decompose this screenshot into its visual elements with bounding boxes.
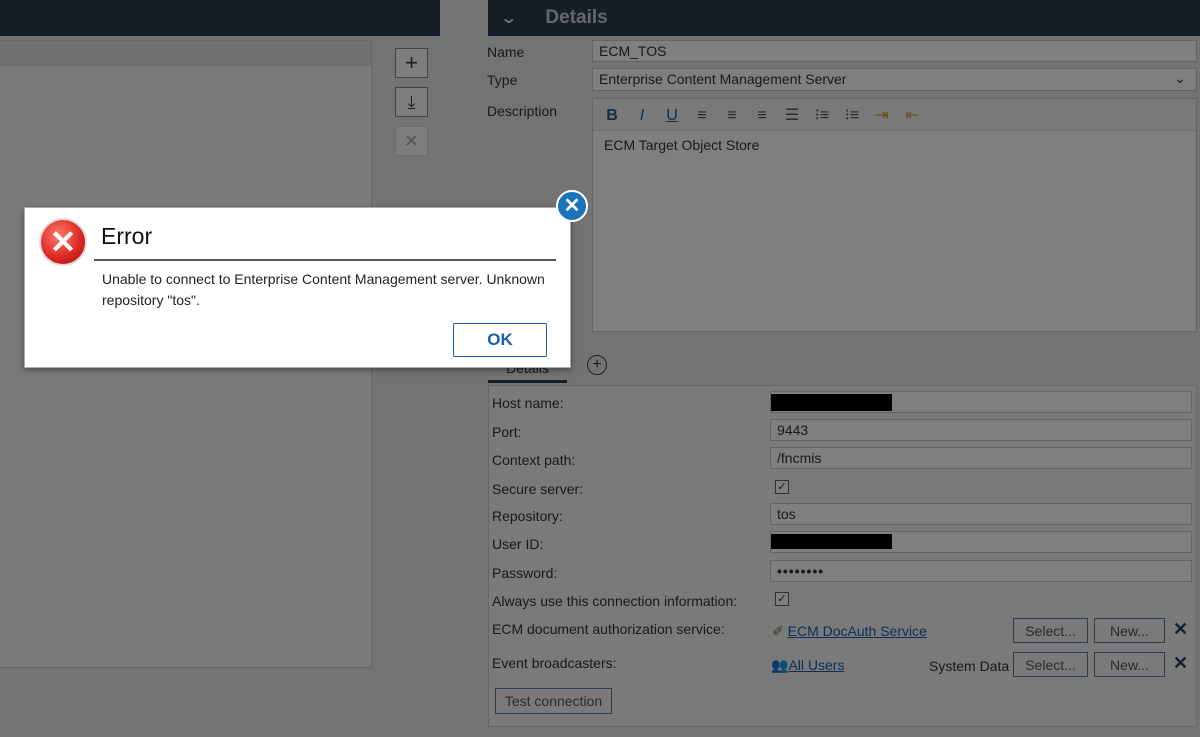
close-icon: ✕: [563, 195, 581, 217]
error-dialog: ✕ Error Unable to connect to Enterprise …: [24, 207, 571, 368]
dialog-title: Error: [101, 223, 153, 249]
title-divider: [94, 259, 556, 261]
ok-button[interactable]: OK: [453, 323, 547, 357]
error-icon: ✕: [39, 218, 87, 266]
dialog-message: Unable to connect to Enterprise Content …: [102, 271, 545, 308]
dialog-close-button[interactable]: ✕: [556, 190, 588, 222]
modal-overlay: [0, 0, 1200, 737]
